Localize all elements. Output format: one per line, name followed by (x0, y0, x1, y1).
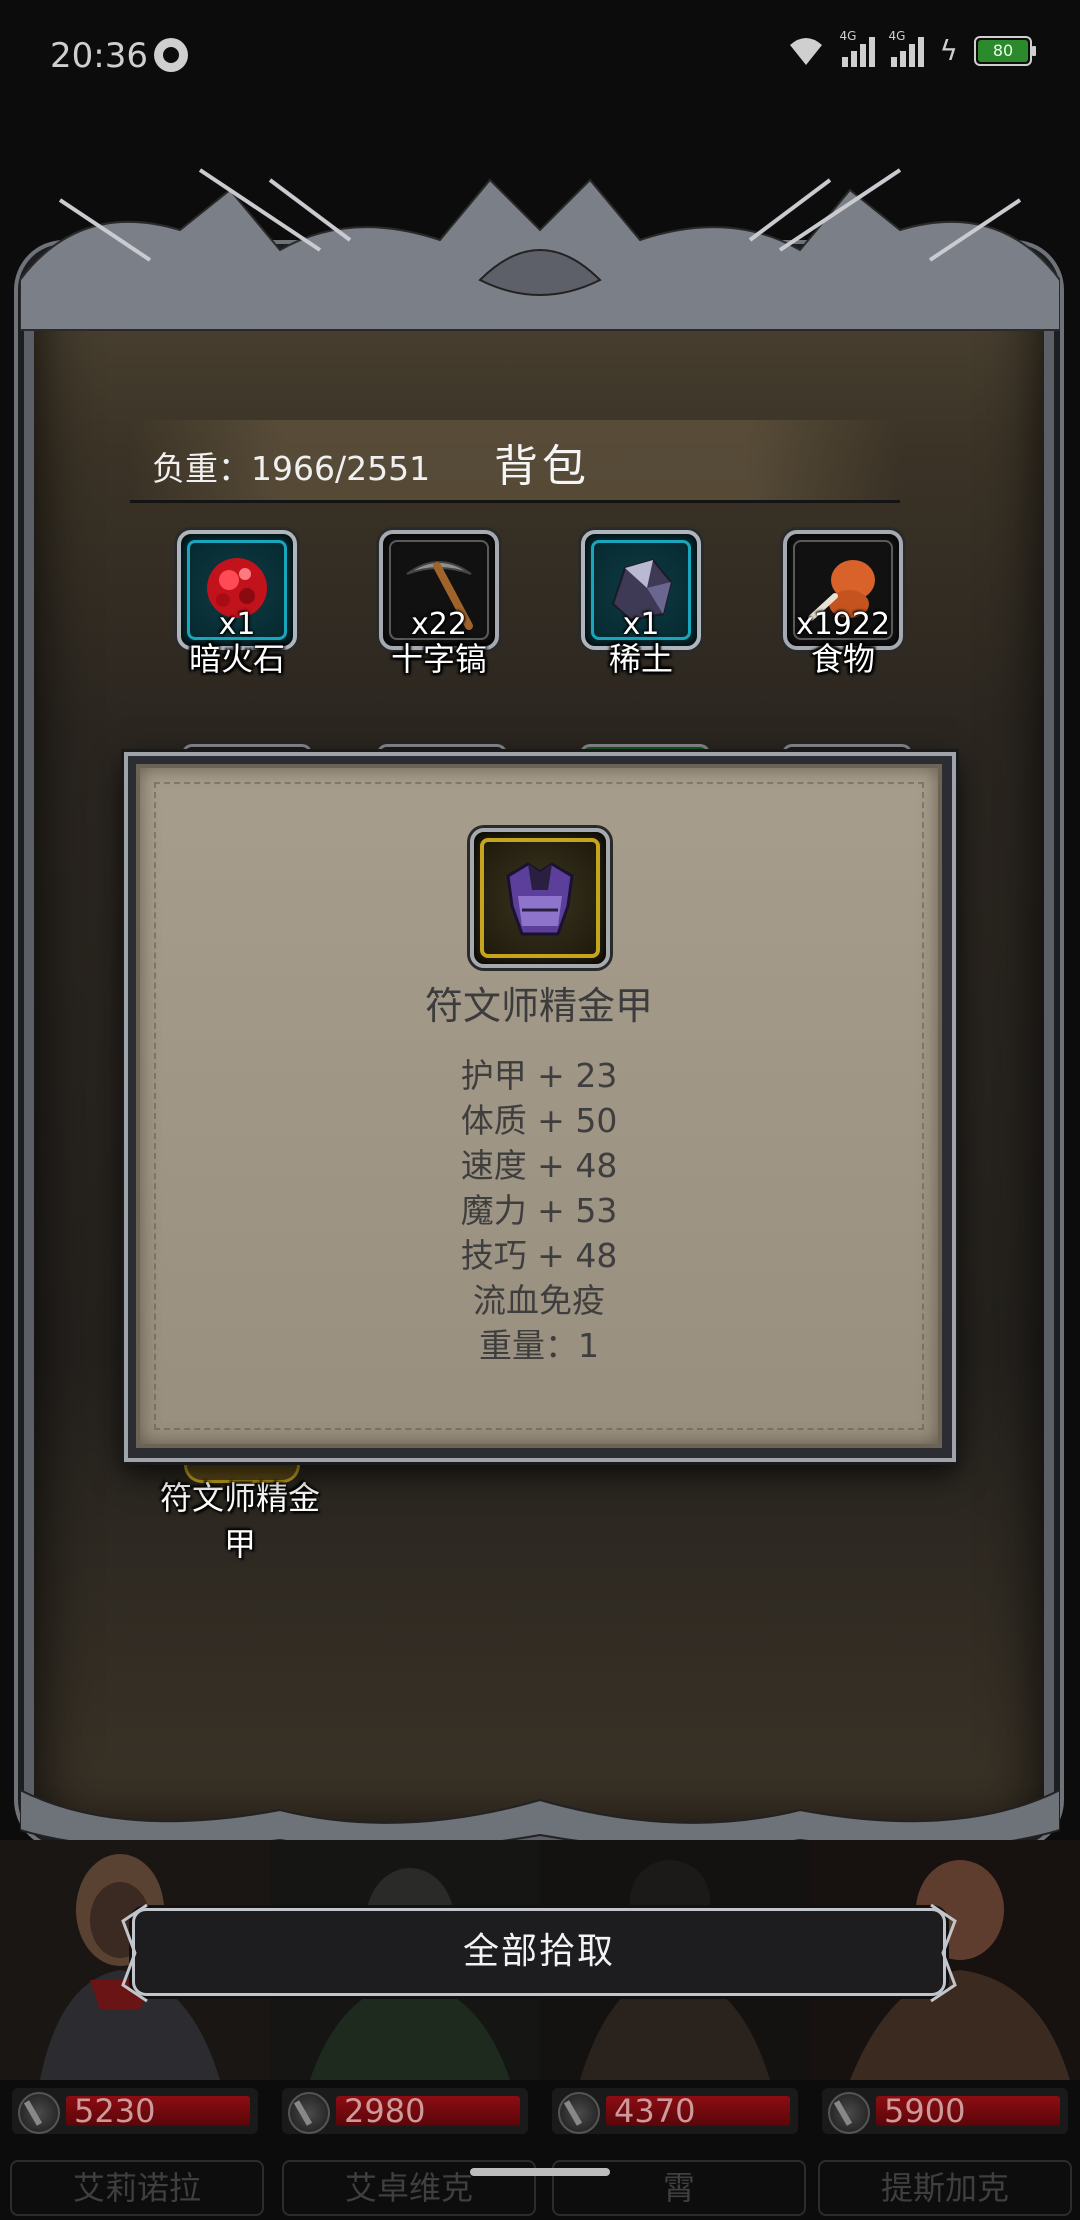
battery-level: 80 (992, 41, 1014, 60)
tooltip-item-icon (470, 828, 610, 968)
hero-name-label: 艾莉诺拉 (72, 2169, 201, 2207)
hero-hp-4: 5900 (822, 2088, 1068, 2134)
stat-line: 体质 + 50 (460, 1101, 618, 1140)
network-type-1: 4G (839, 28, 857, 43)
hero-hp-2: 2980 (282, 2088, 528, 2134)
hero-name-label: 提斯加克 (880, 2169, 1009, 2207)
tooltip-item-name: 符文师精金甲 (424, 984, 653, 1028)
inventory-item-rare-earth[interactable]: x1 稀土 (578, 530, 704, 680)
item-name: 十字镐 (390, 640, 487, 678)
status-icons: 4G 4G ϟ 80 (786, 29, 1036, 67)
item-frame: x22 (379, 530, 499, 650)
item-name: 食物 (810, 640, 875, 678)
backpack-title: 背包 (494, 441, 590, 492)
item-frame: x1 (177, 530, 297, 650)
item-name: 暗火石 (188, 640, 285, 678)
inventory-item-dark-fire-stone[interactable]: x1 暗火石 (174, 530, 300, 680)
stat-line: 护甲 + 23 (460, 1056, 618, 1095)
status-bar: 20:36 4G 4G ϟ 80 (0, 0, 1080, 110)
notification-icon (154, 38, 188, 72)
button-right-ornament (930, 1903, 957, 2003)
signal-icon-2: 4G (889, 29, 924, 67)
stat-line: 技巧 + 48 (460, 1236, 618, 1275)
hero-name-4[interactable]: 提斯加克 (818, 2160, 1072, 2216)
hero-name-1[interactable]: 艾莉诺拉 (10, 2160, 264, 2216)
panel-top-ornament (20, 168, 1060, 331)
hero-name-label: 艾卓维克 (344, 2169, 473, 2207)
sword-orb-icon (18, 2092, 60, 2134)
hero-hp-1: 5230 (12, 2088, 258, 2134)
network-type-2: 4G (888, 28, 906, 43)
hero-hp-value: 5900 (884, 2092, 966, 2130)
hero-hp-3: 4370 (552, 2088, 798, 2134)
hero-hp-value: 2980 (344, 2092, 426, 2130)
hero-hp-value: 4370 (614, 2092, 696, 2130)
item-frame: x1 (581, 530, 701, 650)
item-frame: x1922 (783, 530, 903, 650)
stat-line: 流血免疫 (473, 1281, 605, 1320)
hero-name-label: 霄 (662, 2169, 695, 2207)
inventory-item-pickaxe[interactable]: x22 十字镐 (376, 530, 502, 680)
home-indicator[interactable] (470, 2168, 610, 2176)
stat-line: 速度 + 48 (460, 1146, 618, 1185)
stat-line: 魔力 + 53 (460, 1191, 618, 1230)
hero-hp-value: 5230 (74, 2092, 156, 2130)
charging-icon: ϟ (939, 34, 958, 67)
item-name: 稀土 (608, 640, 673, 678)
sword-orb-icon (288, 2092, 330, 2134)
sword-orb-icon (828, 2092, 870, 2134)
pick-all-label: 全部拾取 (462, 1931, 615, 1972)
button-left-ornament (121, 1903, 148, 2003)
stat-line: 重量：1 (479, 1326, 599, 1365)
hidden-armor-name: 符文师精金甲 (159, 1479, 320, 1563)
battery-icon: 80 (974, 35, 1036, 66)
rune-armor-icon (506, 862, 574, 936)
item-frame (470, 828, 610, 968)
status-time: 20:36 (50, 36, 148, 76)
weight-label: 负重：1966/2551 (152, 449, 431, 488)
pick-all-button[interactable]: 全部拾取 (121, 1903, 957, 2003)
tooltip-stats: 护甲 + 23 体质 + 50 速度 + 48 魔力 + 53 技巧 + 48 … (136, 1053, 942, 1368)
signal-icon: 4G (840, 29, 875, 67)
inventory-item-food[interactable]: x1922 食物 (780, 530, 906, 680)
sword-orb-icon (558, 2092, 600, 2134)
wifi-icon (789, 37, 822, 65)
